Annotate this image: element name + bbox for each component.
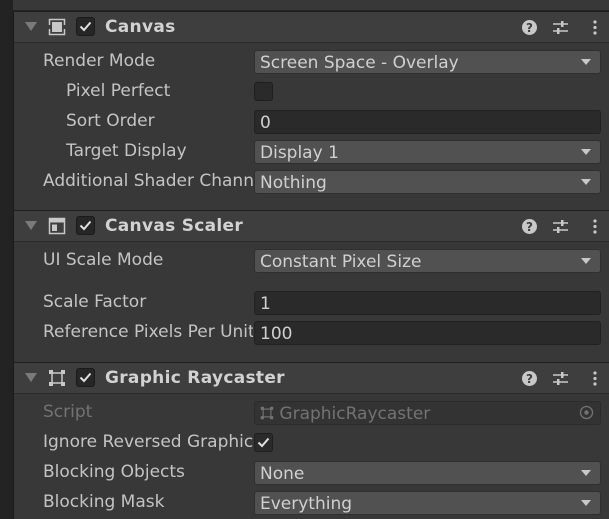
foldout-arrow-icon[interactable] [25,373,37,382]
blocking-objects-dropdown[interactable]: None [254,461,601,485]
blocking-objects-label: Blocking Objects [43,462,185,482]
render-mode-row: Render Mode Screen Space - Overlay [14,47,609,77]
blocking-mask-dropdown[interactable]: Everything [254,491,601,515]
presets-icon[interactable] [552,19,569,36]
context-menu-icon[interactable] [590,19,600,36]
sort-order-row: Sort Order 0 [14,107,609,137]
ui-scale-mode-label: UI Scale Mode [43,250,164,270]
context-menu-icon[interactable] [590,370,600,387]
scale-factor-row: Scale Factor 1 [14,288,609,318]
help-icon[interactable]: ? [521,19,538,36]
target-display-row: Target Display Display 1 [14,137,609,167]
canvas-enabled-checkbox[interactable] [76,17,95,36]
ignore-reversed-graphics-label: Ignore Reversed Graphics [43,432,253,452]
inspector-panel: Canvas ? Render Mode Screen Space - Over… [0,0,609,519]
svg-text:?: ? [526,21,533,35]
reference-pixels-per-unit-label: Reference Pixels Per Unit [43,322,253,342]
script-value: GraphicRaycaster [279,404,431,424]
foldout-arrow-icon[interactable] [25,221,37,230]
canvas-scaler-icon [48,217,66,235]
blocking-objects-value: None [260,464,305,484]
additional-shader-channels-row: Additional Shader Channels Nothing [14,167,609,197]
component-title: Graphic Raycaster [105,368,285,388]
blocking-mask-row: Blocking Mask Everything [14,488,609,518]
ignore-reversed-graphics-row: Ignore Reversed Graphics [14,428,609,458]
graphic-raycaster-enabled-checkbox[interactable] [76,368,95,387]
ignore-reversed-graphics-checkbox[interactable] [254,433,273,452]
target-display-value: Display 1 [260,143,339,163]
presets-icon[interactable] [552,218,569,235]
target-display-dropdown[interactable]: Display 1 [254,140,601,164]
render-mode-dropdown[interactable]: Screen Space - Overlay [254,50,601,74]
component-title: Canvas [105,17,176,37]
blocking-objects-row: Blocking Objects None [14,458,609,488]
inspector-left-gutter [0,0,14,519]
canvas-icon [48,18,66,36]
context-menu-icon[interactable] [590,218,600,235]
dropdown-arrow-icon [581,179,591,185]
pixel-perfect-checkbox[interactable] [254,82,273,101]
graphic-raycaster-component-header[interactable]: Graphic Raycaster ? [14,362,609,394]
blocking-mask-value: Everything [260,494,353,514]
ui-scale-mode-row: UI Scale Mode Constant Pixel Size [14,246,609,276]
canvas-scaler-component-header[interactable]: Canvas Scaler ? [14,210,609,242]
script-file-icon [260,404,279,424]
pixel-perfect-row: Pixel Perfect [14,77,609,107]
scale-factor-input[interactable]: 1 [254,291,601,315]
dropdown-arrow-icon [581,258,591,264]
script-object-field: GraphicRaycaster [254,401,601,425]
render-mode-value: Screen Space - Overlay [260,53,459,73]
additional-shader-channels-value: Nothing [260,173,327,193]
pixel-perfect-label: Pixel Perfect [66,81,171,101]
help-icon[interactable]: ? [521,218,538,235]
render-mode-label: Render Mode [43,51,156,71]
script-row: Script GraphicRaycaster [14,398,609,428]
dropdown-arrow-icon [581,500,591,506]
dropdown-arrow-icon [581,470,591,476]
svg-text:?: ? [526,372,533,386]
previous-component-edge [13,0,609,11]
presets-icon[interactable] [552,370,569,387]
help-icon[interactable]: ? [521,370,538,387]
script-label: Script [43,402,93,422]
rect-transform-icon [48,369,66,387]
blocking-mask-label: Blocking Mask [43,492,165,512]
svg-text:?: ? [526,220,533,234]
ui-scale-mode-value: Constant Pixel Size [260,252,422,272]
additional-shader-channels-dropdown[interactable]: Nothing [254,170,601,194]
canvas-scaler-enabled-checkbox[interactable] [76,216,95,235]
object-picker-icon [579,405,594,420]
additional-shader-channels-label: Additional Shader Channels [43,171,253,191]
dropdown-arrow-icon [581,59,591,65]
canvas-component-header[interactable]: Canvas ? [14,11,609,43]
reference-pixels-per-unit-row: Reference Pixels Per Unit 100 [14,318,609,348]
dropdown-arrow-icon [581,149,591,155]
ui-scale-mode-dropdown[interactable]: Constant Pixel Size [254,249,601,273]
reference-pixels-per-unit-input[interactable]: 100 [254,321,601,345]
sort-order-input[interactable]: 0 [254,110,601,134]
foldout-arrow-icon[interactable] [25,22,37,31]
component-title: Canvas Scaler [105,216,244,236]
target-display-label: Target Display [66,141,187,161]
scale-factor-label: Scale Factor [43,292,147,312]
sort-order-label: Sort Order [66,111,155,131]
